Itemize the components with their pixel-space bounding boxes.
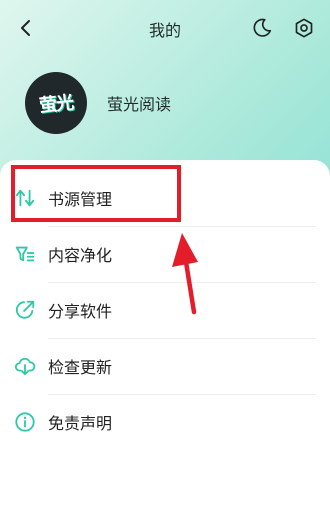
menu-item-disclaimer[interactable]: 免责声明 [0,394,330,450]
menu-item-label: 检查更新 [48,358,113,377]
menu-item-label: 内容净化 [48,246,113,265]
gear-icon [295,18,313,38]
menu-item-check-update[interactable]: 检查更新 [0,338,330,394]
filter-icon [14,243,36,265]
annotation-highlight-box [11,165,181,222]
menu-item-label: 免责声明 [48,414,113,433]
avatar-logo-text: 萤光 [38,92,75,117]
moon-icon [253,18,272,37]
cloud-download-icon [14,355,36,377]
username: 萤光阅读 [107,95,172,114]
avatar: 萤光 [25,72,87,134]
page-title: 我的 [148,21,181,40]
menu-item-label: 分享软件 [48,302,113,321]
share-icon [14,299,36,321]
menu-item-content-purify[interactable]: 内容净化 [0,226,330,282]
info-icon [14,411,36,433]
top-bar: 我的 [0,0,330,58]
settings-button[interactable] [291,15,317,41]
night-mode-button[interactable] [249,15,275,41]
menu-item-share-app[interactable]: 分享软件 [0,282,330,338]
user-profile[interactable]: 萤光 萤光阅读 [25,68,305,138]
